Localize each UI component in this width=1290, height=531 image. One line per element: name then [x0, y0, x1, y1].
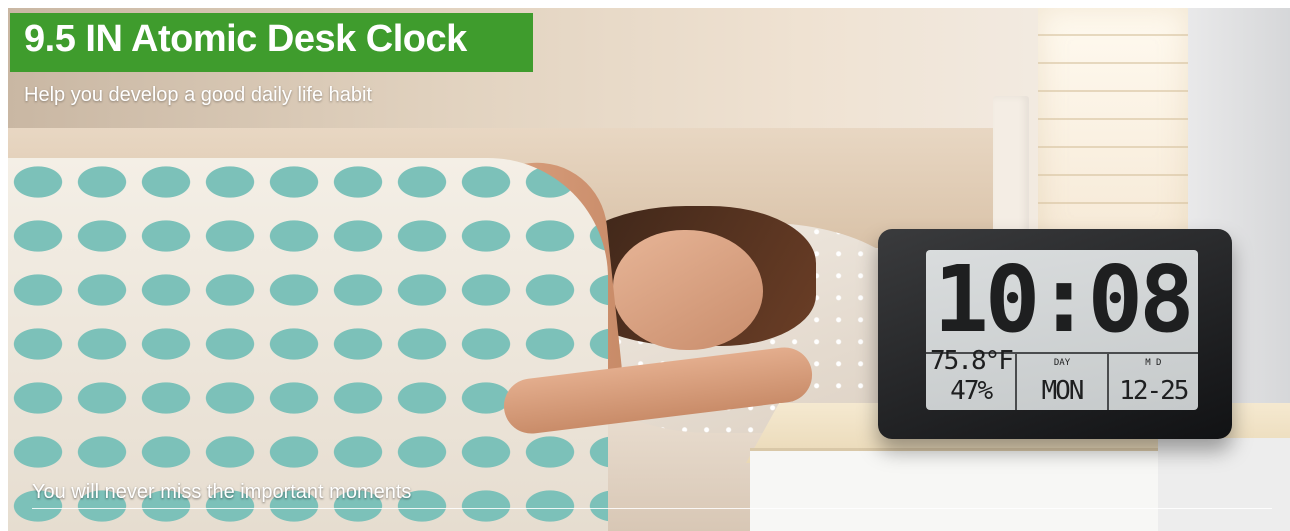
date-reading: 12-25	[1119, 376, 1189, 406]
window-blinds	[1038, 8, 1188, 248]
clock-info-row: 75.8°F 47% DAY MON M D 12-25	[926, 346, 1198, 410]
tagline-underline	[32, 508, 1272, 509]
sleeping-woman-face	[613, 230, 763, 350]
date-cell: M D 12-25	[1109, 354, 1198, 410]
banner-subtitle: Help you develop a good daily life habit	[24, 84, 373, 106]
bedpost	[993, 96, 1029, 246]
day-reading: MON	[1041, 376, 1085, 406]
temp-humidity-cell: 75.8°F 47%	[926, 346, 1018, 410]
day-label: DAY	[1053, 358, 1071, 368]
product-banner: 10:08 75.8°F 47% DAY MON M D 12-25 9.5 I…	[0, 0, 1290, 531]
day-cell: DAY MON	[1017, 354, 1109, 410]
patterned-blanket	[8, 158, 608, 531]
banner-tagline: You will never miss the important moment…	[32, 481, 412, 503]
nightstand-side	[1158, 438, 1290, 531]
temperature-reading: 75.8°F 47%	[930, 346, 1014, 406]
clock-time-display: 10:08	[933, 246, 1195, 353]
banner-title: 9.5 IN Atomic Desk Clock	[24, 18, 467, 60]
date-label: M D	[1145, 358, 1162, 368]
nightstand	[750, 448, 1190, 531]
